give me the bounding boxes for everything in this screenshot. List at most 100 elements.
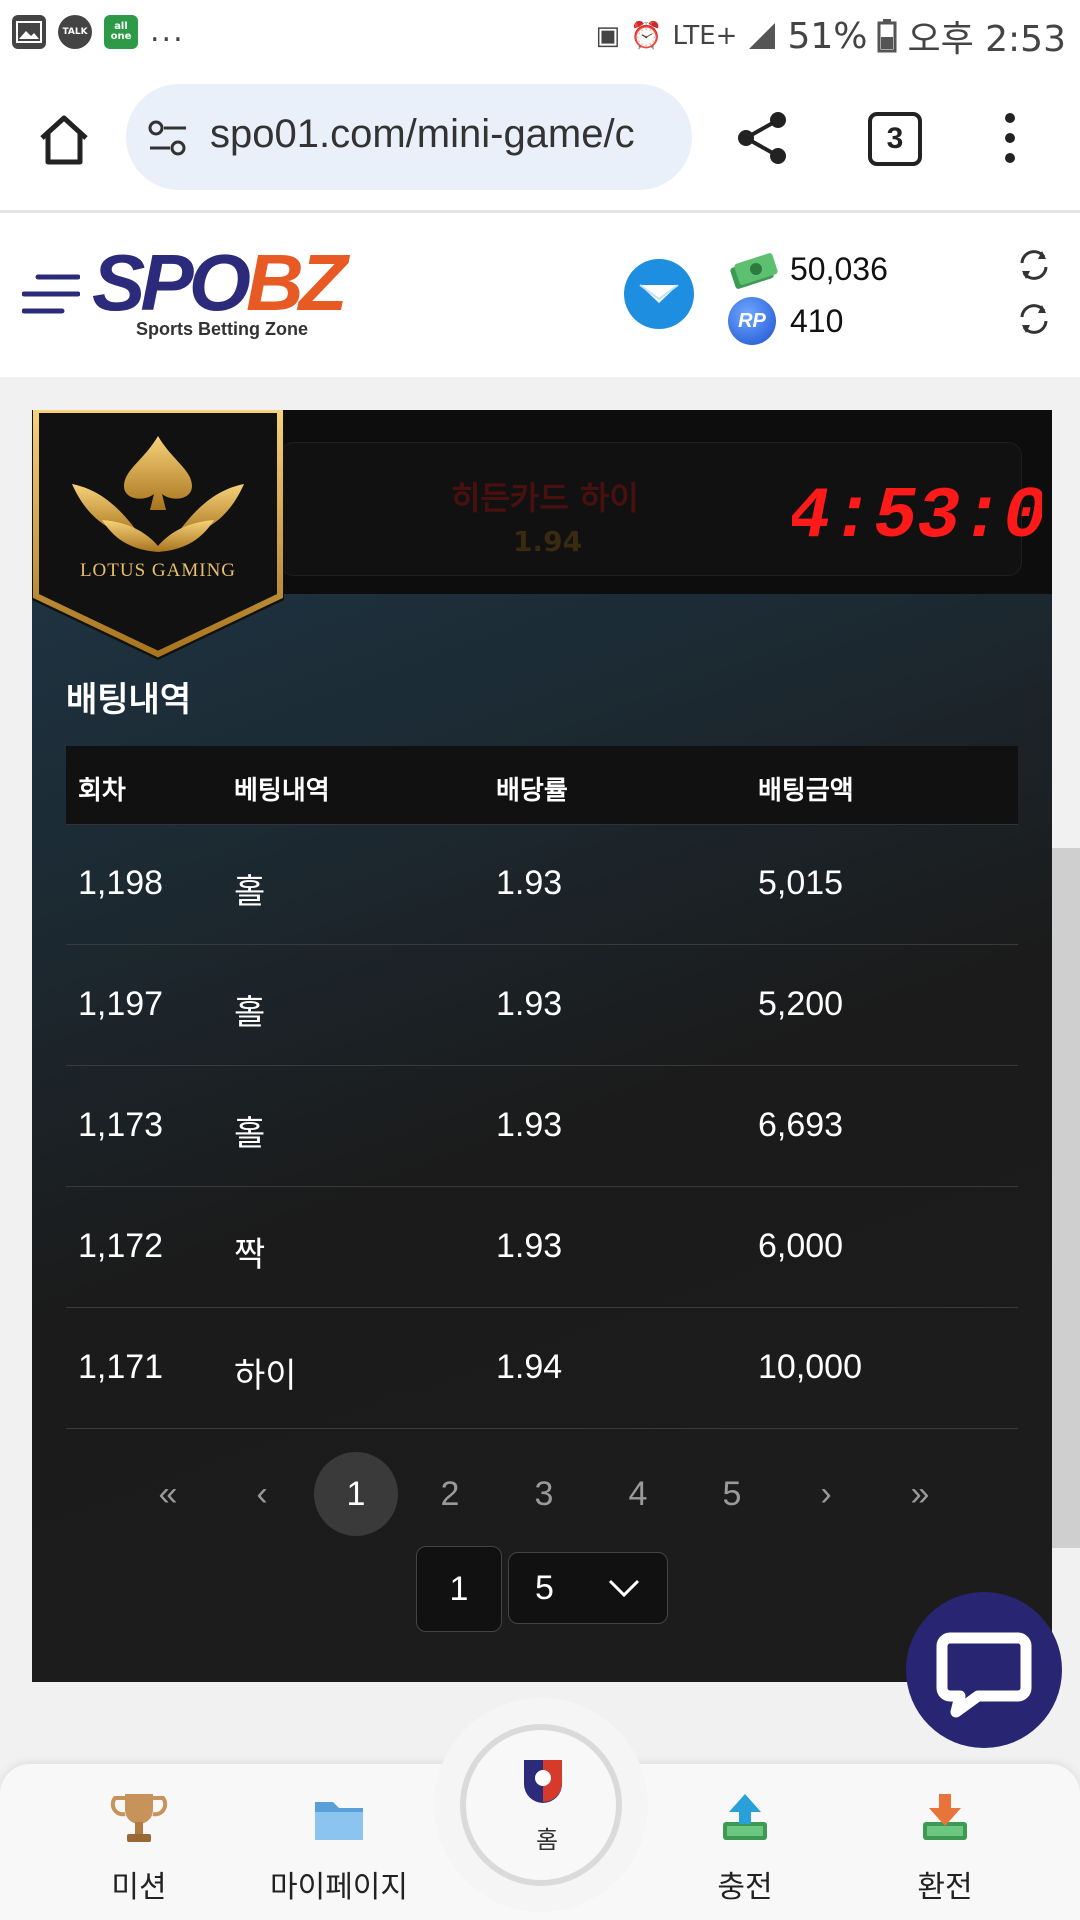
alarm-icon: ⏰ <box>630 21 663 51</box>
row-round: 1,171 <box>78 1348 164 1386</box>
table-row: 1,197 홀 1.93 5,200 <box>66 945 1018 1066</box>
nav-mypage-label: 마이페이지 <box>270 1870 408 1905</box>
envelope-icon <box>639 284 679 303</box>
col-amount-header: 배팅금액 <box>758 776 854 806</box>
deposit-icon <box>723 1794 767 1840</box>
lotus-gaming-badge: LOTUS GAMING <box>32 410 284 660</box>
table-row: 1,173 홀 1.93 6,693 <box>66 1066 1018 1187</box>
page-2-button[interactable]: 2 <box>408 1452 492 1536</box>
row-amount: 6,000 <box>758 1227 844 1265</box>
per-page-value: 5 <box>535 1569 554 1607</box>
page-3-button[interactable]: 3 <box>502 1452 586 1536</box>
rp-coin-icon: RP <box>728 297 776 345</box>
browser-toolbar: spo01.com/mini-game/c 3 <box>0 68 1080 213</box>
allone-notification-icon: all one <box>104 14 138 49</box>
row-amount: 5,015 <box>758 864 844 902</box>
col-pick-header: 베팅내역 <box>234 776 330 806</box>
badge-text: LOTUS GAMING <box>80 560 236 581</box>
col-round-header: 회차 <box>78 776 126 806</box>
row-amount: 10,000 <box>758 1348 862 1386</box>
row-pick: 홀 <box>234 994 266 1032</box>
row-pick: 홀 <box>234 1115 266 1153</box>
chevron-down-icon <box>608 1579 640 1598</box>
url-text[interactable]: spo01.com/mini-game/c <box>210 112 670 157</box>
nav-charge[interactable]: 충전 <box>660 1788 830 1906</box>
page-number-input[interactable]: 1 <box>416 1546 502 1632</box>
money-amount: 50,036 <box>790 250 888 287</box>
message-button[interactable] <box>624 259 694 329</box>
tab-switcher-button[interactable]: 3 <box>868 112 922 166</box>
next-page-button[interactable]: › <box>784 1452 868 1536</box>
page-5-button[interactable]: 5 <box>690 1452 774 1536</box>
live-chat-button[interactable] <box>906 1592 1062 1748</box>
game-title: 히든카드 하이 <box>451 479 639 517</box>
page-1-button[interactable]: 1 <box>314 1452 398 1536</box>
row-round: 1,172 <box>78 1227 164 1265</box>
first-page-button[interactable]: « <box>126 1452 210 1536</box>
row-amount: 5,200 <box>758 985 844 1023</box>
home-button-ring: 홈 <box>460 1724 622 1886</box>
table-row: 1,171 하이 1.94 10,000 <box>66 1308 1018 1429</box>
nav-mission-label: 미션 <box>111 1870 167 1905</box>
row-pick: 짝 <box>234 1236 266 1274</box>
game-odds: 1.94 <box>513 525 583 558</box>
gallery-notification-icon <box>12 14 46 49</box>
share-icon[interactable] <box>732 108 792 168</box>
row-amount: 6,693 <box>758 1106 844 1144</box>
signal-icon <box>749 23 776 49</box>
side-panel-edge <box>1052 848 1080 1548</box>
game-panel: 히든카드 하이 1.94 14:53:08 LOTUS GAMING 배팅내역 … <box>32 410 1052 1682</box>
game-clock: 14:53:08 <box>792 476 1042 558</box>
battery-percent: 51% <box>787 15 868 57</box>
row-pick: 하이 <box>234 1357 297 1395</box>
clock-time: 오후 2:53 <box>907 19 1066 60</box>
row-round: 1,197 <box>78 985 164 1023</box>
refresh-money-icon[interactable] <box>1016 247 1052 283</box>
site-header: SPOBZ Sports Betting Zone 50,036 RP 410 <box>0 213 1080 377</box>
table-row: 1,172 짝 1.93 6,000 <box>66 1187 1018 1308</box>
nav-home-label: 홈 <box>535 1826 559 1854</box>
battery-saver-icon: ▣ <box>595 21 621 51</box>
col-odds-header: 배당률 <box>496 776 568 806</box>
prev-page-button[interactable]: ‹ <box>220 1452 304 1536</box>
withdraw-icon <box>923 1794 967 1840</box>
page-4-button[interactable]: 4 <box>596 1452 680 1536</box>
pagination: « ‹ 1 2 3 4 5 › » <box>126 1452 986 1536</box>
row-odds: 1.93 <box>496 1106 563 1144</box>
row-odds: 1.93 <box>496 864 563 902</box>
address-bar[interactable]: spo01.com/mini-game/c <box>126 84 692 190</box>
site-settings-icon[interactable] <box>146 118 190 158</box>
nav-mypage[interactable]: 마이페이지 <box>254 1788 424 1906</box>
battery-icon <box>877 19 897 53</box>
network-type: LTE+ <box>672 21 738 51</box>
row-odds: 1.94 <box>496 1348 563 1386</box>
row-odds: 1.93 <box>496 1227 563 1265</box>
refresh-rp-icon[interactable] <box>1016 301 1052 337</box>
nav-home[interactable]: 홈 <box>434 1698 648 1912</box>
per-page-select[interactable]: 5 <box>508 1552 668 1624</box>
rp-amount: 410 <box>790 302 844 339</box>
kakaotalk-notification-icon: TALK <box>58 14 92 49</box>
chat-bubble-icon <box>936 1632 1032 1718</box>
nav-exchange[interactable]: 환전 <box>860 1788 1030 1906</box>
home-icon[interactable] <box>34 110 94 170</box>
row-pick: 홀 <box>234 873 266 911</box>
home-emblem-icon <box>524 1760 562 1803</box>
logo-text-spo: SPO <box>92 238 251 327</box>
trophy-icon <box>110 1794 168 1842</box>
last-page-button[interactable]: » <box>878 1452 962 1536</box>
more-notifications: ... <box>150 14 185 49</box>
history-table-header: 회차 베팅내역 배당률 배팅금액 <box>66 746 1018 825</box>
site-logo[interactable]: SPOBZ Sports Betting Zone <box>92 243 348 343</box>
browser-menu-icon[interactable] <box>1000 108 1020 168</box>
hamburger-menu-icon[interactable] <box>22 271 80 317</box>
history-table-body: 1,198 홀 1.93 5,015 1,197 홀 1.93 5,200 1,… <box>66 824 1018 1429</box>
betting-history-title: 배팅내역 <box>66 680 192 720</box>
game-clock-text: 14:53:08 <box>792 476 1042 558</box>
nav-exchange-label: 환전 <box>917 1870 973 1905</box>
status-bar: TALK all one ... ▣ ⏰ LTE+ 51% 오후 2:53 <box>0 0 1080 68</box>
folder-icon <box>315 1802 363 1840</box>
row-odds: 1.93 <box>496 985 563 1023</box>
wallet-balance: 50,036 RP 410 <box>728 243 928 347</box>
nav-mission[interactable]: 미션 <box>54 1788 224 1906</box>
